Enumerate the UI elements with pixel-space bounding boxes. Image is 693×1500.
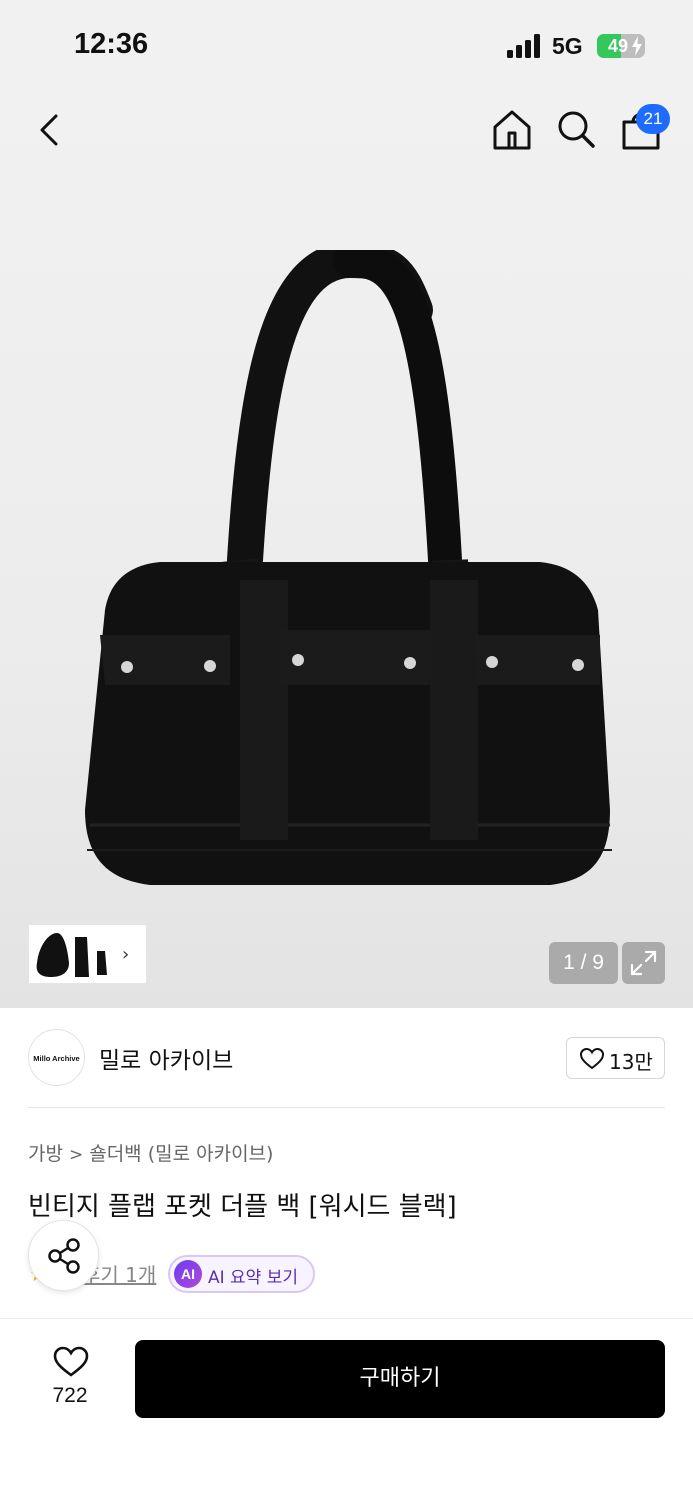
thumbnail-next-arrow[interactable]: › xyxy=(122,944,129,965)
heart-icon xyxy=(580,1048,604,1070)
share-icon xyxy=(48,1238,80,1274)
brand-like-button[interactable]: 13만 xyxy=(566,1037,665,1079)
share-button[interactable] xyxy=(28,1220,99,1291)
status-time: 12:36 xyxy=(74,28,149,60)
signal-icon xyxy=(507,34,540,58)
chevron-right-icon: > xyxy=(68,1145,84,1165)
network-label: 5G xyxy=(552,33,583,59)
brand-like-count: 13만 xyxy=(609,1050,653,1074)
brand-logo[interactable]: Millo Archive xyxy=(28,1029,85,1086)
home-icon[interactable] xyxy=(490,108,534,152)
thumbnail-image[interactable] xyxy=(29,925,119,983)
section-divider xyxy=(28,1107,665,1108)
cart-count-badge: 21 xyxy=(636,104,670,134)
wish-count: 722 xyxy=(52,1384,88,1407)
battery-indicator: 49 xyxy=(597,34,645,58)
bottom-bar-divider xyxy=(0,1318,693,1319)
buy-button[interactable]: 구매하기 xyxy=(135,1340,665,1418)
ai-summary-button[interactable]: AI AI 요약 보기 xyxy=(168,1255,315,1293)
search-icon[interactable] xyxy=(555,108,597,150)
product-image[interactable] xyxy=(70,250,630,910)
chevron-left-icon[interactable] xyxy=(30,110,70,150)
status-bar: 12:36 5G 49 xyxy=(0,0,693,92)
heart-icon[interactable] xyxy=(53,1346,89,1378)
charging-bolt-icon xyxy=(632,36,642,56)
image-counter: 1 / 9 xyxy=(549,942,618,984)
fullscreen-button[interactable] xyxy=(622,942,665,984)
expand-icon xyxy=(630,950,657,976)
breadcrumb-subcategory[interactable]: 숄더백 (밀로 아카이브) xyxy=(89,1143,273,1165)
ai-badge-icon: AI xyxy=(174,1260,202,1288)
ai-summary-label: AI 요약 보기 xyxy=(208,1268,299,1288)
brand-name[interactable]: 밀로 아카이브 xyxy=(99,1041,233,1075)
product-title: 빈티지 플랩 포켓 더플 백 [워시드 블랙] xyxy=(28,1192,457,1222)
breadcrumb-category[interactable]: 가방 xyxy=(28,1143,63,1165)
breadcrumb: 가방 > 숄더백 (밀로 아카이브) xyxy=(28,1139,273,1166)
